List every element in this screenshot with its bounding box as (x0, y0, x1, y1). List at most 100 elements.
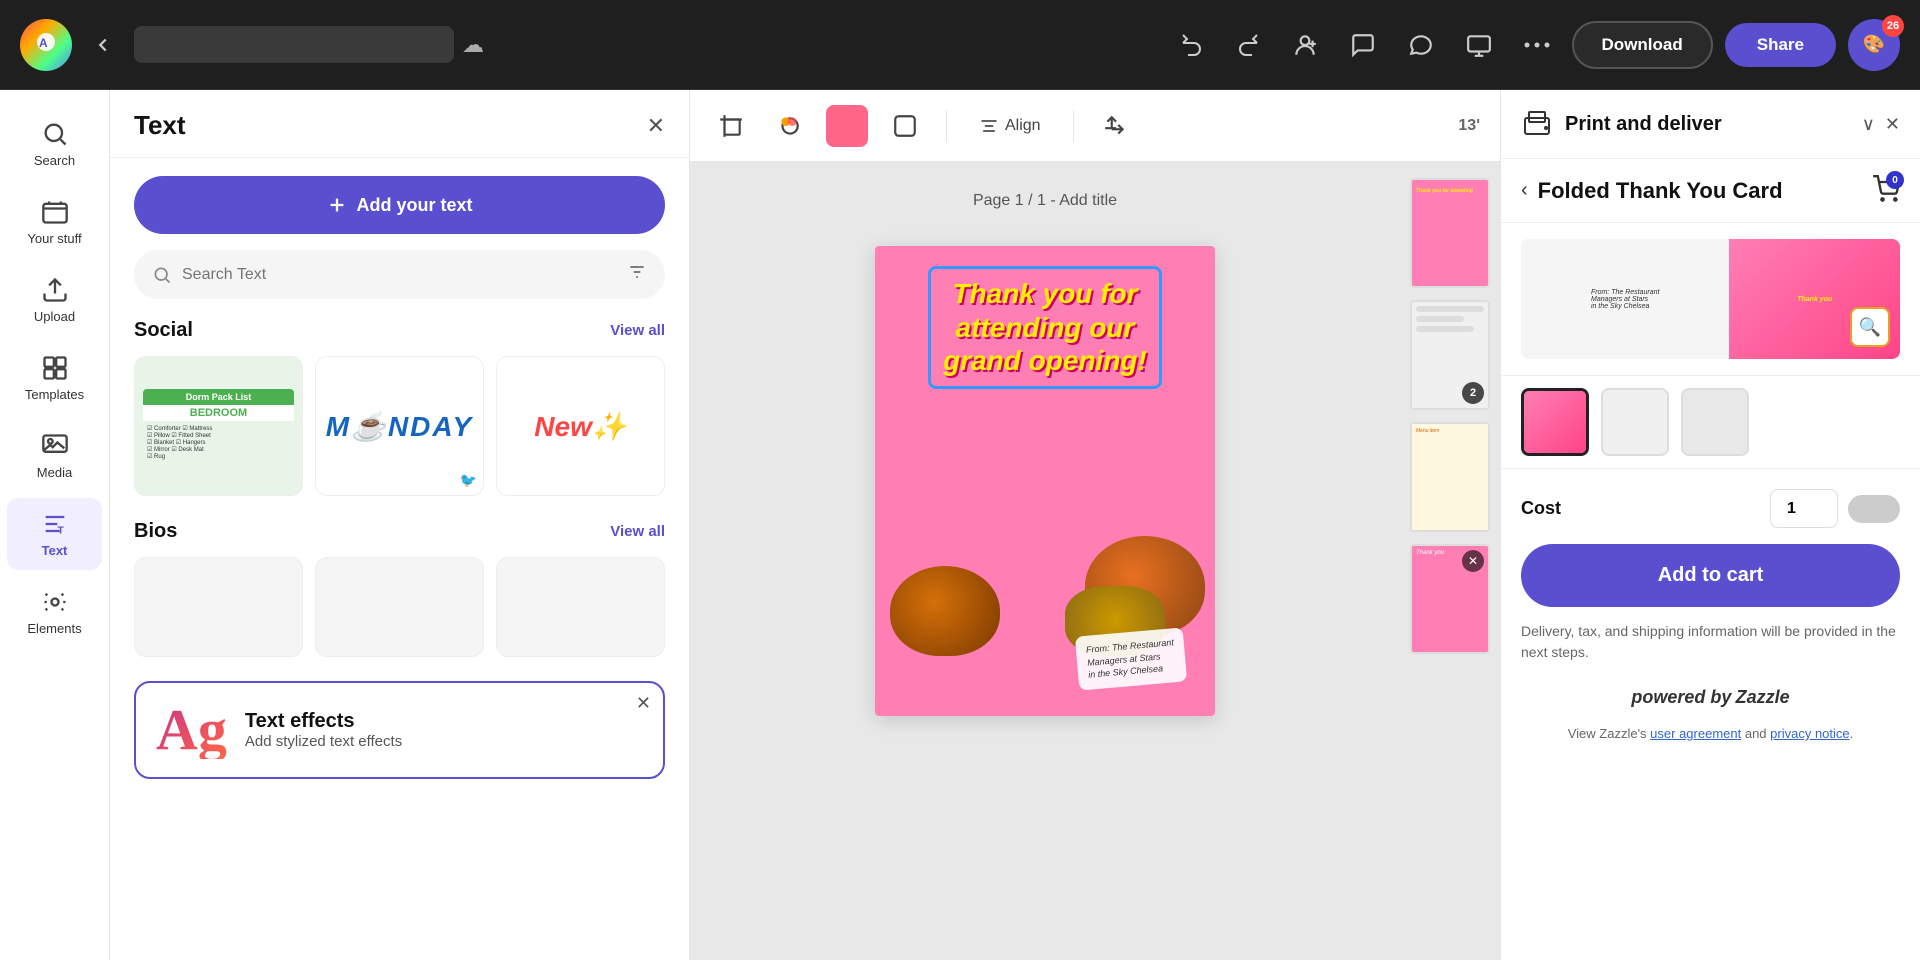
page-thumbnail-3[interactable]: Menu item (1410, 422, 1490, 532)
text-effects-icon: Ag (156, 701, 227, 759)
cart-button[interactable]: 0 (1872, 175, 1900, 206)
text-effects-close-button[interactable]: ✕ (636, 693, 651, 714)
back-button[interactable] (84, 26, 122, 64)
title-bar: ☁ (134, 24, 640, 66)
text-effects-title: Text effects (245, 710, 402, 733)
panel-header-actions: ∨ ✕ (1862, 114, 1900, 135)
dorm-content: Dorm Pack List BEDROOM ☑ Comforter ☑ Mat… (135, 381, 302, 472)
page-thumbnail-1[interactable]: Thank you for attending (1410, 178, 1490, 288)
sidebar-item-search[interactable]: Search (7, 108, 102, 180)
avatar[interactable]: 🎨 26 (1848, 19, 1900, 71)
canva-logo[interactable]: A (20, 19, 72, 71)
thumb-3-bg: Menu item (1412, 424, 1488, 530)
page-thumbnail-2[interactable]: 2 (1410, 300, 1490, 410)
page-label: Page 1 / 1 - Add title (875, 192, 1215, 210)
thumb-4-close-button[interactable]: ✕ (1462, 550, 1484, 572)
bios-view-all-button[interactable]: View all (610, 523, 665, 540)
sidebar-item-elements[interactable]: Elements (7, 576, 102, 648)
panel-collapse-button[interactable]: ∨ (1862, 114, 1875, 135)
variant-thumb-3[interactable] (1681, 388, 1749, 456)
notification-badge: 26 (1882, 15, 1904, 37)
add-text-button[interactable]: Add your text (134, 176, 665, 234)
sidebar-item-media[interactable]: Media (7, 420, 102, 492)
powered-by-text: powered by (1631, 687, 1731, 707)
undo-button[interactable] (1170, 23, 1214, 67)
bio-card-2[interactable] (315, 557, 484, 657)
zoom-button[interactable]: 🔍 (1850, 307, 1890, 347)
bio-card-1[interactable] (134, 557, 303, 657)
preview-bg: From: The RestaurantManagers at Starsin … (1521, 239, 1900, 359)
add-collaborator-button[interactable] (1282, 22, 1328, 68)
user-agreement-link[interactable]: user agreement (1650, 726, 1741, 741)
panel-close-button[interactable]: ✕ (1885, 114, 1900, 135)
quantity-select[interactable]: 1 2 5 10 (1770, 489, 1838, 528)
translate-tool-button[interactable] (1094, 105, 1136, 147)
thumb-1-bg: Thank you for attending (1412, 180, 1488, 286)
variant-thumb-1[interactable] (1521, 388, 1589, 456)
cost-row: Cost 1 2 5 10 (1501, 469, 1920, 544)
variant-pink-bg (1524, 391, 1586, 453)
canvas-scroll[interactable]: Page 1 / 1 - Add title Thank you foratte… (690, 162, 1400, 960)
page-counter: 13' (1458, 117, 1480, 135)
canvas-pages: Page 1 / 1 - Add title Thank you foratte… (875, 192, 1215, 716)
bio-card-3[interactable] (496, 557, 665, 657)
search-text-input[interactable] (182, 266, 617, 284)
sidebar-item-media-label: Media (37, 465, 72, 480)
border-tool-button[interactable] (884, 105, 926, 147)
sidebar-item-templates-label: Templates (25, 387, 84, 402)
chat-button[interactable] (1398, 22, 1444, 68)
sidebar-item-your-stuff-label: Your stuff (27, 231, 81, 246)
sidebar-item-upload[interactable]: Upload (7, 264, 102, 336)
template-card-new[interactable]: New✨ (496, 356, 665, 496)
canvas-signature: From: The RestaurantManagers at Starsin … (1075, 628, 1187, 691)
canvas-text-overlay: Thank you forattending ourgrand opening! (909, 266, 1181, 389)
print-panel-header: Print and deliver ∨ ✕ (1501, 90, 1920, 159)
fill-tool-button[interactable] (826, 105, 868, 147)
page-canvas[interactable]: Thank you forattending ourgrand opening!… (875, 246, 1215, 716)
svg-text:T: T (57, 524, 64, 536)
canvas-design: Thank you forattending ourgrand opening!… (875, 246, 1215, 716)
crop-tool-button[interactable] (710, 105, 752, 147)
print-panel-title: Print and deliver (1565, 113, 1722, 136)
text-panel: Text ✕ Add your text Social View all (110, 90, 690, 960)
thumb-2-number: 2 (1462, 382, 1484, 404)
sidebar-item-text[interactable]: T Text (7, 498, 102, 570)
sidebar-item-elements-label: Elements (27, 621, 81, 636)
more-button[interactable] (1514, 32, 1560, 58)
sidebar-item-your-stuff[interactable]: Your stuff (7, 186, 102, 258)
bowl-noodle (890, 566, 1000, 656)
canvas-toolbar: Align 13' (690, 90, 1500, 162)
text-panel-close-button[interactable]: ✕ (647, 113, 665, 139)
cloud-save-button[interactable]: ☁ (454, 24, 492, 66)
quantity-toggle[interactable] (1848, 495, 1900, 523)
template-card-dorm[interactable]: Dorm Pack List BEDROOM ☑ Comforter ☑ Mat… (134, 356, 303, 496)
document-title-input[interactable] (134, 26, 454, 63)
sidebar-item-text-label: Text (42, 543, 68, 558)
variant-white-bg (1603, 390, 1667, 454)
print-deliver-icon (1521, 108, 1553, 140)
page-thumbnail-4[interactable]: Thank you ✕ (1410, 544, 1490, 654)
social-view-all-button[interactable]: View all (610, 322, 665, 339)
text-panel-title: Text (134, 110, 186, 141)
add-to-cart-button[interactable]: Add to cart (1521, 544, 1900, 607)
variant-thumb-2[interactable] (1601, 388, 1669, 456)
sidebar-item-templates[interactable]: Templates (7, 342, 102, 414)
filter-button[interactable] (627, 262, 647, 287)
download-button[interactable]: Download (1572, 21, 1713, 69)
text-effects-banner[interactable]: Ag Text effects Add stylized text effect… (134, 681, 665, 779)
color-tool-button[interactable] (768, 105, 810, 147)
product-back-button[interactable]: ‹ (1521, 179, 1528, 202)
template-card-monday[interactable]: M☕NDAY 🐦 (315, 356, 484, 496)
privacy-notice-link[interactable]: privacy notice (1770, 726, 1849, 741)
add-text-label: Add your text (356, 195, 472, 216)
search-text-container (134, 250, 665, 299)
variant-bg-3 (1683, 390, 1747, 454)
bios-section-header: Bios View all (134, 520, 665, 543)
present-button[interactable] (1456, 22, 1502, 68)
delivery-info: Delivery, tax, and shipping information … (1501, 607, 1920, 677)
comments-button[interactable] (1340, 22, 1386, 68)
align-button[interactable]: Align (967, 108, 1053, 144)
share-button[interactable]: Share (1725, 23, 1836, 67)
align-label: Align (1005, 117, 1041, 135)
redo-button[interactable] (1226, 23, 1270, 67)
